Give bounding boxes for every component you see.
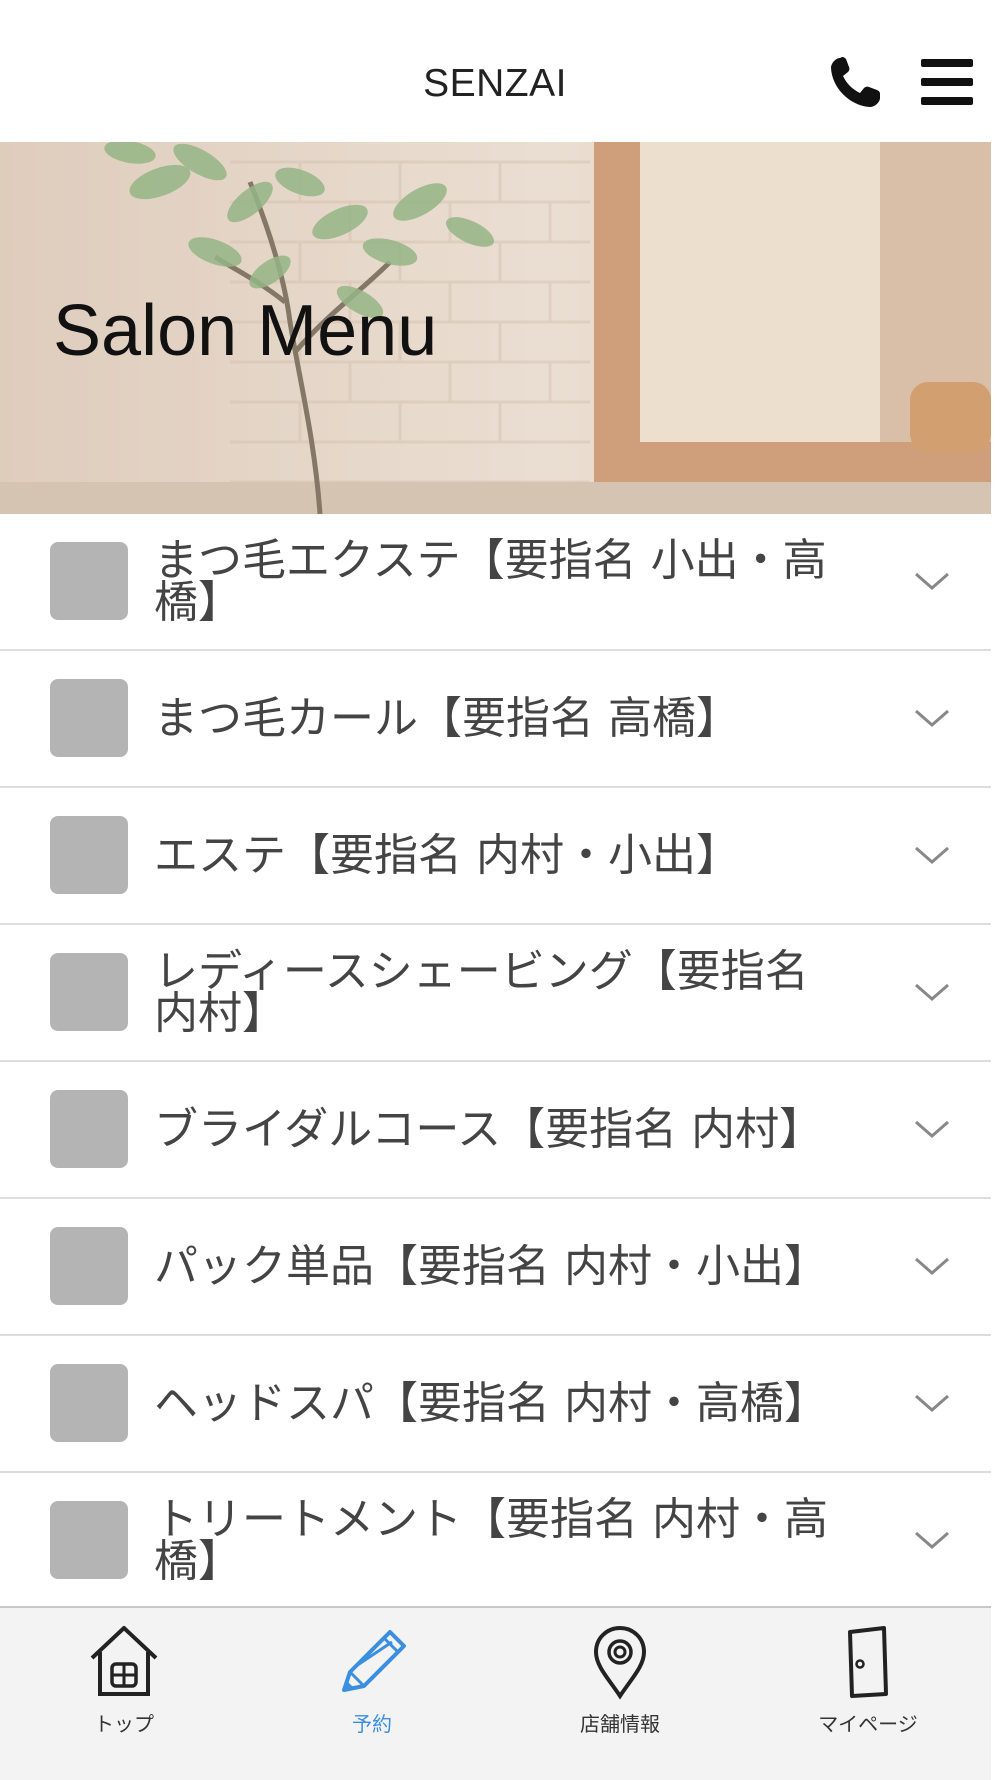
menu-item-thumbnail [50, 679, 128, 757]
hamburger-menu-icon[interactable] [919, 56, 975, 108]
menu-item[interactable]: レディースシェービング【要指名 内村】 [0, 925, 991, 1062]
menu-item-label: ブライダルコース【要指名 内村】 [154, 1103, 824, 1155]
chevron-down-icon [915, 1257, 949, 1275]
map-pin-icon [593, 1625, 647, 1700]
phone-icon[interactable] [828, 54, 886, 110]
tab-label: 店舗情報 [580, 1712, 660, 1736]
menu-item-thumbnail [50, 1501, 128, 1579]
hero-banner: Salon Menu [0, 142, 991, 514]
pencil-icon [342, 1630, 406, 1692]
menu-item-label: まつ毛エクステ【要指名 小出・高橋】 [154, 534, 827, 628]
menu-item[interactable]: トリートメント【要指名 内村・高橋】 [0, 1473, 991, 1593]
menu-item[interactable]: ブライダルコース【要指名 内村】 [0, 1062, 991, 1199]
chevron-down-icon [915, 1120, 949, 1138]
menu-item-thumbnail [50, 1227, 128, 1305]
tab-label: トップ [94, 1712, 154, 1736]
menu-item-thumbnail [50, 1090, 128, 1168]
tab-label: 予約 [352, 1712, 392, 1736]
chevron-down-icon [915, 1394, 949, 1412]
menu-item-label: トリートメント【要指名 内村・高橋】 [154, 1493, 828, 1587]
tab-label: マイページ [818, 1712, 918, 1736]
tab-reservation[interactable]: 予約 [248, 1608, 496, 1780]
menu-item[interactable]: エステ【要指名 内村・小出】 [0, 788, 991, 925]
menu-item-label: まつ毛カール【要指名 高橋】 [154, 692, 740, 744]
menu-item-thumbnail [50, 816, 128, 894]
menu-item-label: ヘッドスパ【要指名 内村・高橋】 [154, 1377, 828, 1429]
menu-item-label: レディースシェービング【要指名 内村】 [154, 945, 809, 1039]
chevron-down-icon [915, 1531, 949, 1549]
salon-menu-list: まつ毛エクステ【要指名 小出・高橋】 まつ毛カール【要指名 高橋】 エステ【要指… [0, 514, 991, 1593]
menu-item-thumbnail [50, 542, 128, 620]
menu-item[interactable]: パック単品【要指名 内村・小出】 [0, 1199, 991, 1336]
menu-item-thumbnail [50, 953, 128, 1031]
bottom-tab-bar: トップ 予約 店舗情報 マイページ [0, 1606, 991, 1780]
chevron-down-icon [915, 983, 949, 1001]
chevron-down-icon [915, 846, 949, 864]
menu-item-label: パック単品【要指名 内村・小出】 [154, 1240, 828, 1292]
tab-store-info[interactable]: 店舗情報 [496, 1608, 744, 1780]
menu-item[interactable]: まつ毛エクステ【要指名 小出・高橋】 [0, 514, 991, 651]
tab-my-page[interactable]: マイページ [744, 1608, 992, 1780]
app-header: SENZAI [0, 0, 1000, 142]
menu-item-thumbnail [50, 1364, 128, 1442]
home-icon [90, 1626, 158, 1696]
chevron-down-icon [915, 572, 949, 590]
tab-top[interactable]: トップ [0, 1608, 248, 1780]
door-icon [848, 1626, 888, 1698]
chevron-down-icon [915, 709, 949, 727]
menu-item[interactable]: まつ毛カール【要指名 高橋】 [0, 651, 991, 788]
menu-item-label: エステ【要指名 内村・小出】 [154, 829, 740, 881]
menu-item[interactable]: ヘッドスパ【要指名 内村・高橋】 [0, 1336, 991, 1473]
hero-title: Salon Menu [53, 291, 438, 371]
app-frame: SENZAI Salon Menu まつ毛エクステ【要指名 小出・高橋】 まつ毛… [0, 0, 1000, 1780]
